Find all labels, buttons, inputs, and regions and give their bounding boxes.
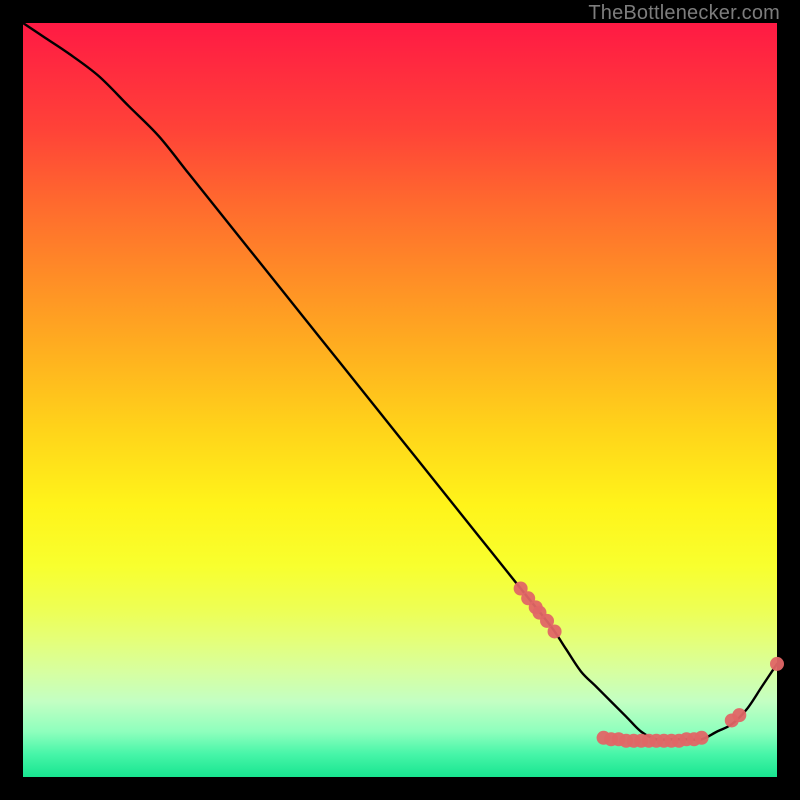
watermark-text: TheBottlenecker.com — [588, 2, 780, 25]
chart-stage: TheBottlenecker.com — [0, 0, 800, 800]
plot-area — [23, 23, 777, 777]
highlight-points — [514, 582, 784, 748]
chart-svg — [23, 23, 777, 777]
bottleneck-curve — [23, 23, 777, 740]
